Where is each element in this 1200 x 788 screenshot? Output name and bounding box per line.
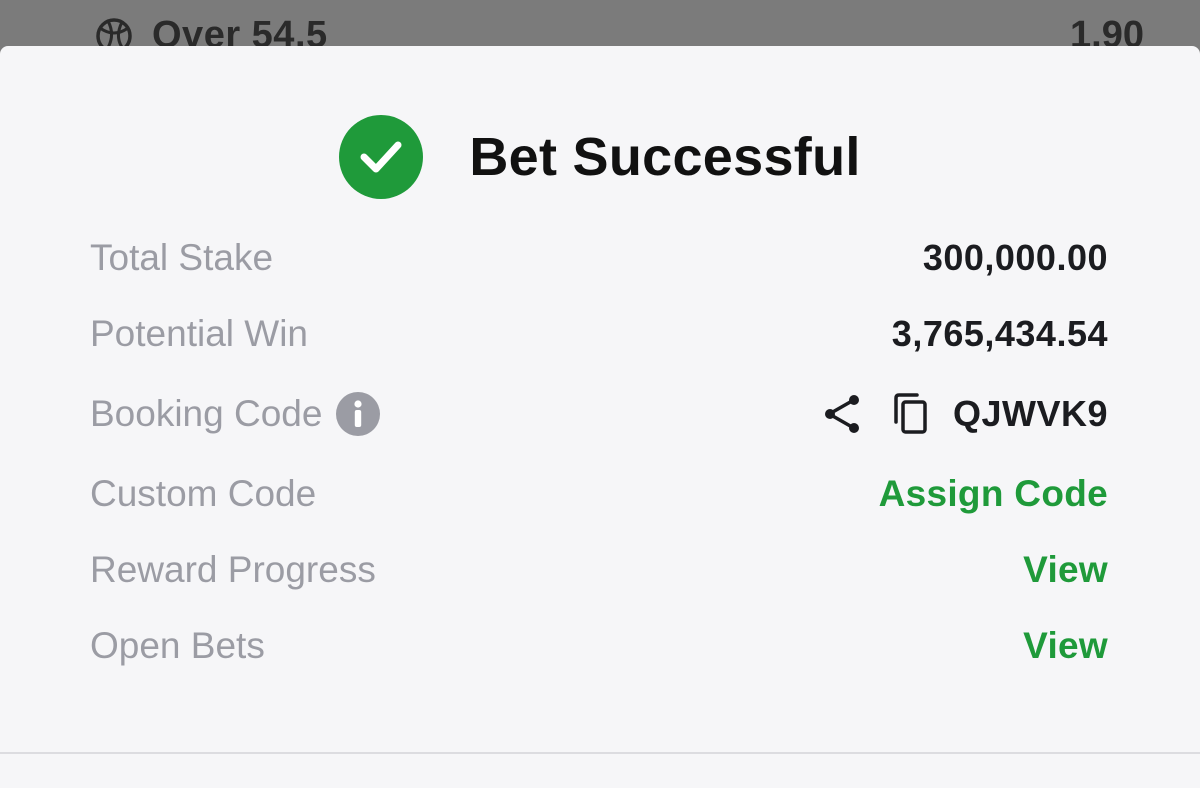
reward-progress-row: Reward Progress View <box>90 540 1108 600</box>
background-bet-selection: Over 54.5 1.90 <box>0 0 1200 46</box>
success-header: Bet Successful <box>0 112 1200 202</box>
booking-code-label-group: Booking Code <box>90 392 381 436</box>
custom-code-label: Custom Code <box>90 473 317 514</box>
assign-code-button[interactable]: Assign Code <box>879 473 1108 515</box>
bet-success-sheet: Bet Successful Total Stake 300,000.00 Po… <box>0 46 1200 788</box>
booking-code-actions: QJWVK9 <box>821 392 1108 436</box>
booking-code-label: Booking Code <box>90 393 323 434</box>
copy-icon[interactable] <box>891 392 931 436</box>
potential-win-row: Potential Win 3,765,434.54 <box>90 304 1108 364</box>
open-bets-view-button[interactable]: View <box>1023 625 1108 667</box>
custom-code-row: Custom Code Assign Code <box>90 464 1108 524</box>
total-stake-row: Total Stake 300,000.00 <box>90 228 1108 288</box>
booking-code-value[interactable]: QJWVK9 <box>953 393 1108 435</box>
selection-odds: 1.90 <box>1070 14 1144 46</box>
potential-win-label: Potential Win <box>90 313 308 354</box>
divider <box>0 752 1200 754</box>
info-icon[interactable] <box>336 392 381 436</box>
basketball-icon <box>94 16 134 46</box>
open-bets-label: Open Bets <box>90 625 265 666</box>
potential-win-value: 3,765,434.54 <box>891 313 1108 354</box>
page-title: Bet Successful <box>469 127 861 187</box>
reward-progress-label: Reward Progress <box>90 549 376 590</box>
total-stake-value: 300,000.00 <box>922 237 1108 278</box>
selection-label: Over 54.5 <box>152 14 328 46</box>
check-circle-icon <box>339 115 424 199</box>
booking-code-row: Booking Code QJWVK9 <box>90 384 1108 444</box>
reward-progress-view-button[interactable]: View <box>1023 549 1108 591</box>
share-icon[interactable] <box>821 392 865 436</box>
total-stake-label: Total Stake <box>90 237 274 278</box>
open-bets-row: Open Bets View <box>90 616 1108 676</box>
